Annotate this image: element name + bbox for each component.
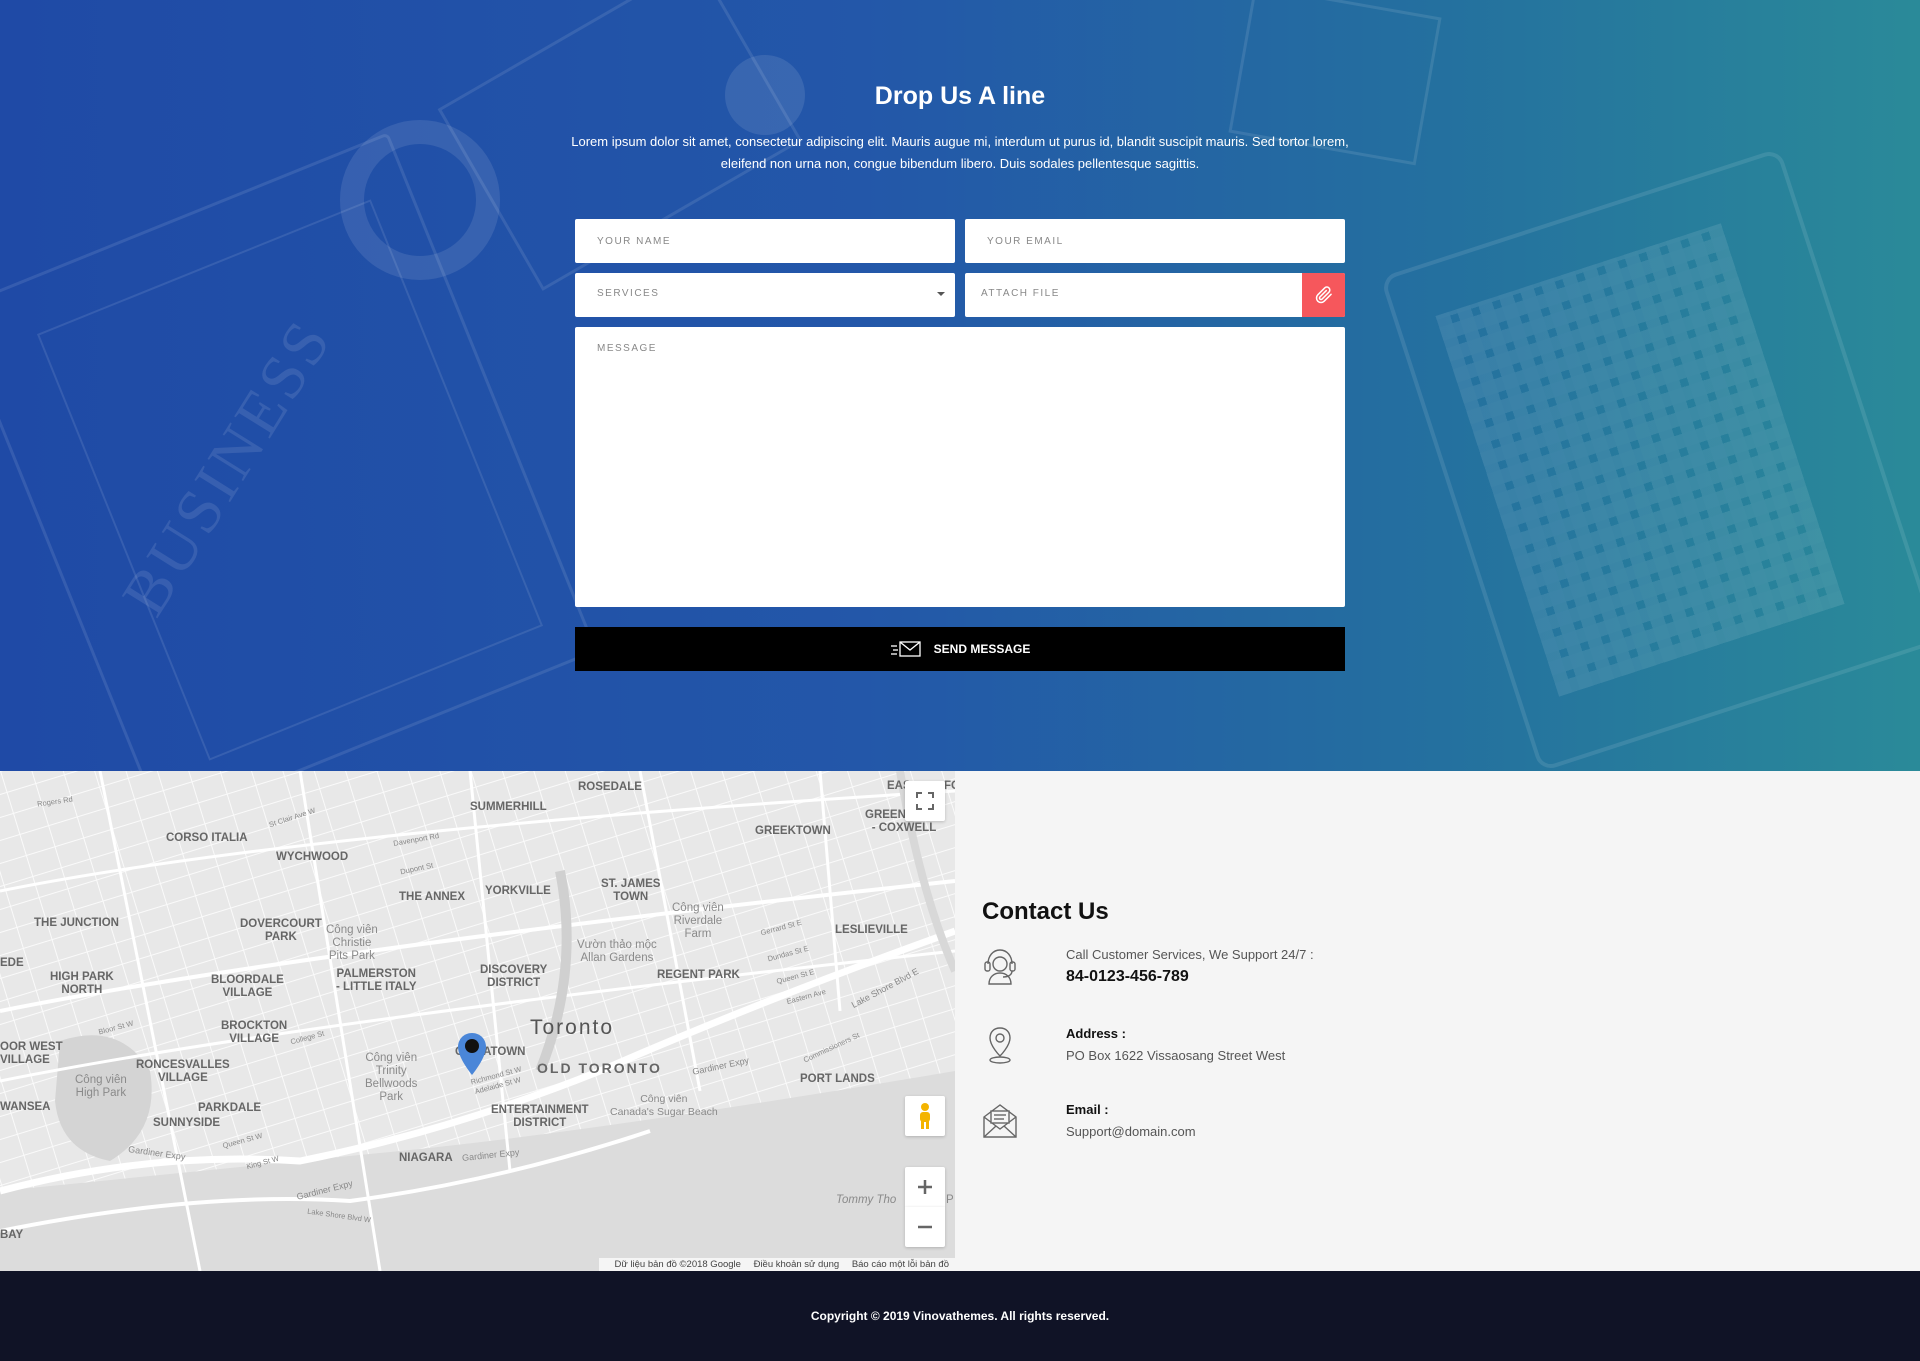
contact-email-text: Email : Support@domain.com — [1066, 1101, 1196, 1143]
map-report-link[interactable]: Báo cáo một lỗi bản đồ — [852, 1259, 949, 1270]
email-value[interactable]: Support@domain.com — [1066, 1121, 1196, 1143]
contact-title: Contact Us — [982, 898, 1109, 925]
contact-info-panel: Contact Us Call Customer Services, We Su… — [955, 771, 1920, 1271]
map-label-wansea: WANSEA — [0, 1101, 51, 1113]
map-label-christie-pits: Công viên Christie Pits Park — [326, 924, 378, 962]
map-label-leslieville: LESLIEVILLE — [835, 924, 908, 936]
pegman-icon — [920, 1103, 930, 1129]
contact-phone-text: Call Customer Services, We Support 24/7 … — [1066, 946, 1314, 990]
contact-form-section: BUSINESS Drop Us A line Lorem ipsum dolo… — [0, 0, 1920, 771]
attach-file-button[interactable] — [1302, 273, 1345, 317]
chevron-down-icon — [937, 292, 945, 296]
zoom-out-button[interactable] — [905, 1207, 945, 1247]
map-label-discovery-district: DISCOVERY DISTRICT — [480, 964, 548, 989]
email-input[interactable] — [965, 219, 1345, 263]
map-label-entertainment-district: ENTERTAINMENT DISTRICT — [491, 1104, 589, 1129]
contact-address-text: Address : PO Box 1622 Vissaosang Street … — [1066, 1025, 1285, 1067]
map-label-palmerston: PALMERSTON - LITTLE ITALY — [336, 968, 417, 993]
footer: Copyright © 2019 Vinovathemes. All right… — [0, 1271, 1920, 1361]
map-label-bloordale: BLOORDALE VILLAGE — [211, 974, 284, 999]
map-label-allan-gardens: Vườn thảo mộc Allan Gardens — [577, 939, 657, 964]
message-field-wrapper — [575, 327, 1345, 607]
name-input[interactable] — [575, 219, 955, 263]
minus-icon — [918, 1225, 932, 1229]
map-label-riverdale-farm: Công viên Riverdale Farm — [672, 902, 724, 940]
map-label-wychwood: WYCHWOOD — [276, 851, 349, 863]
street-view-pegman[interactable] — [905, 1096, 945, 1136]
map-label-port-lands: PORT LANDS — [800, 1073, 875, 1085]
phone-number[interactable]: 84-0123-456-789 — [1066, 964, 1314, 990]
map-label-greektown: GREEKTOWN — [755, 825, 831, 837]
envelope-icon — [890, 641, 921, 657]
map-label-sunnyside: SUNNYSIDE — [153, 1117, 221, 1129]
map-label-bay: BAY — [0, 1229, 24, 1241]
phone-label: Call Customer Services, We Support 24/7 … — [1066, 947, 1314, 962]
mail-icon — [983, 1104, 1017, 1138]
address-label: Address : — [1066, 1026, 1126, 1041]
map-label-p: P — [946, 1194, 954, 1206]
plus-icon — [918, 1180, 932, 1194]
map-roads — [0, 771, 955, 1271]
map-label-summerhill: SUMMERHILL — [470, 801, 547, 813]
copyright-text: Copyright © 2019 Vinovathemes. All right… — [810, 1309, 1110, 1323]
map-label-regent-park: REGENT PARK — [657, 969, 740, 981]
paperclip-icon — [1315, 286, 1332, 304]
fullscreen-button[interactable] — [905, 781, 945, 821]
map-pin-icon — [989, 1027, 1011, 1064]
map[interactable]: ROSEDALE SUMMERHILL EAS FO CORSO ITALIA … — [0, 771, 955, 1271]
map-label-yorkville: YORKVILLE — [485, 885, 551, 897]
map-label-ede: EDE — [0, 957, 24, 969]
message-textarea[interactable] — [575, 327, 1345, 607]
map-label-the-annex: THE ANNEX — [399, 891, 466, 903]
map-label-sugar-beach: Công viên Canada's Sugar Beach — [610, 1093, 718, 1118]
map-label-fo: FO — [944, 780, 955, 792]
send-message-label: SEND MESSAGE — [933, 642, 1031, 656]
map-label-high-park-north: HIGH PARK NORTH — [50, 971, 114, 996]
map-label-the-junction: THE JUNCTION — [34, 917, 119, 929]
map-label-roor-west: OOR WEST VILLAGE — [0, 1041, 63, 1066]
zoom-in-button[interactable] — [905, 1167, 945, 1207]
services-select[interactable]: SERVICES — [575, 273, 955, 317]
attach-file-label: ATTACH FILE — [981, 288, 1060, 299]
email-label: Email : — [1066, 1102, 1109, 1117]
map-credits: Dữ liệu bản đồ ©2018 Google Điều khoản s… — [598, 1258, 955, 1271]
location-pin-icon[interactable] — [457, 1032, 487, 1076]
map-terms-link[interactable]: Điều khoản sử dụng — [754, 1259, 840, 1270]
form-title: Drop Us A line — [874, 82, 1046, 110]
map-label-toronto: Toronto — [530, 1016, 615, 1039]
map-label-high-park: Công viên High Park — [75, 1074, 127, 1099]
fullscreen-icon — [916, 792, 934, 810]
map-label-corso-italia: CORSO ITALIA — [166, 832, 248, 844]
map-label-parkdale: PARKDALE — [198, 1102, 262, 1114]
map-label-roncesvalles: RONCESVALLES VILLAGE — [136, 1059, 230, 1084]
map-label-brockton: BROCKTON VILLAGE — [221, 1020, 288, 1045]
map-label-old-toronto: OLD TORONTO — [537, 1060, 662, 1076]
services-select-value: SERVICES — [597, 288, 660, 299]
headset-icon — [984, 949, 1016, 985]
name-field-wrapper — [575, 219, 955, 263]
map-label-st-james-town: ST. JAMES TOWN — [601, 878, 661, 903]
map-label-trinity-bellwoods: Công viên Trinity Bellwoods Park — [365, 1052, 418, 1103]
form-description: Lorem ipsum dolor sit amet, consectetur … — [571, 134, 1349, 171]
email-field-wrapper — [965, 219, 1345, 263]
map-data-credit: Dữ liệu bản đồ ©2018 Google — [614, 1259, 741, 1270]
map-label-niagara: NIAGARA — [399, 1152, 453, 1164]
map-label-dovercourt-park: DOVERCOURT PARK — [240, 918, 322, 943]
attach-file-field[interactable]: ATTACH FILE — [965, 273, 1345, 317]
map-label-tommy: Tommy Tho — [836, 1194, 897, 1206]
send-message-button[interactable]: SEND MESSAGE — [575, 627, 1345, 671]
map-label-rosedale: ROSEDALE — [578, 781, 642, 793]
address-value: PO Box 1622 Vissaosang Street West — [1066, 1048, 1286, 1063]
